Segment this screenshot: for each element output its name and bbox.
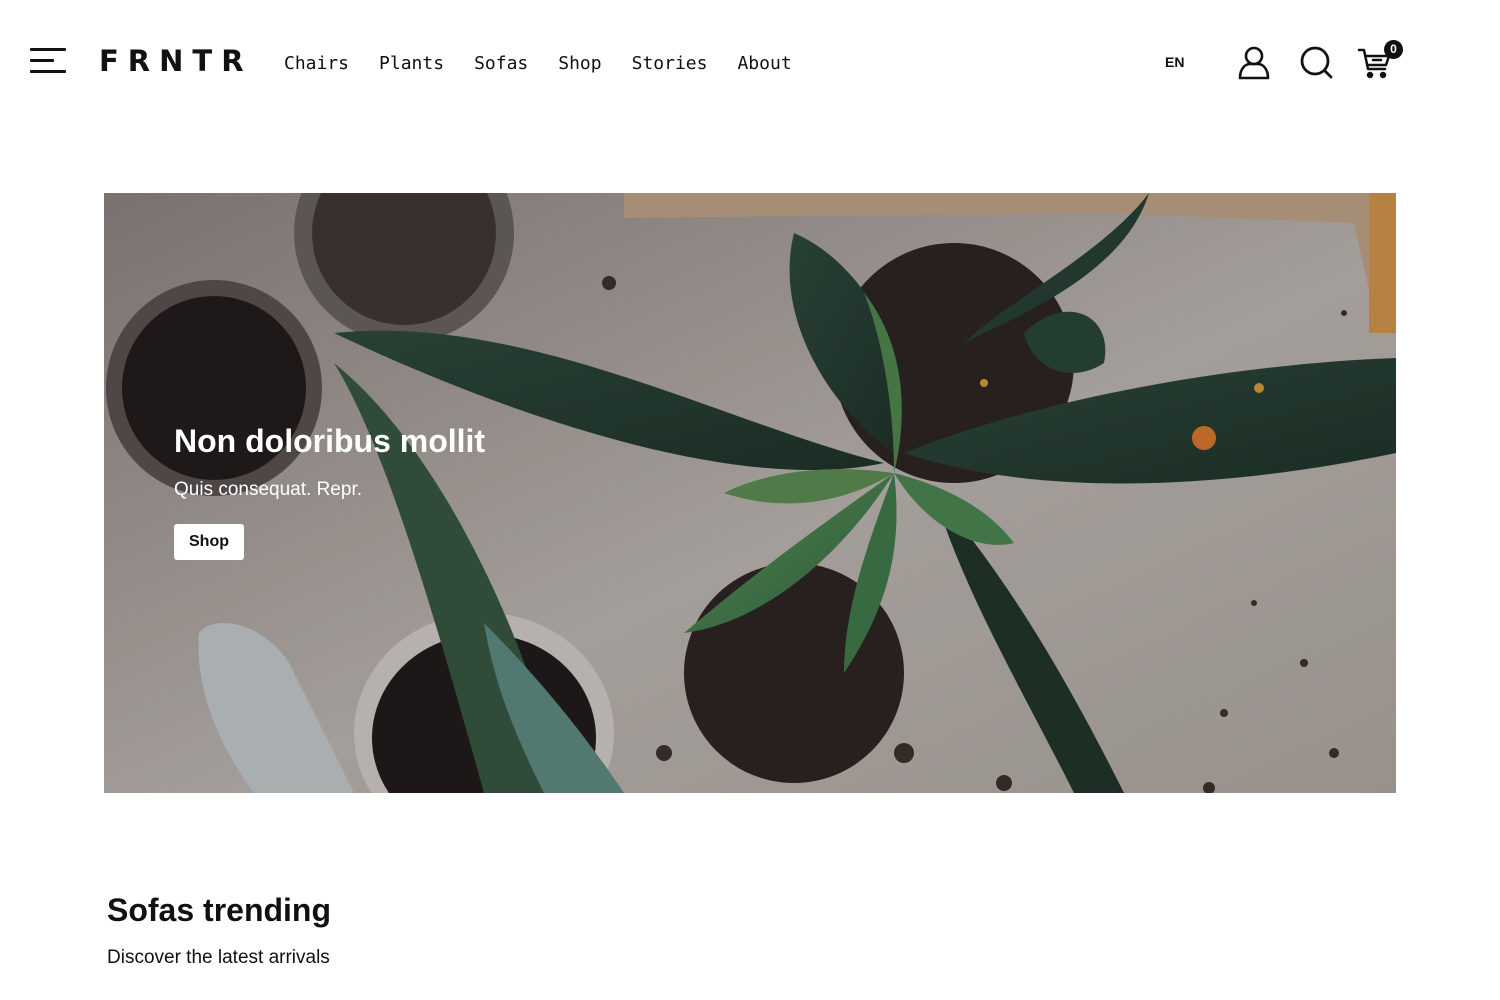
nav-item-about[interactable]: About bbox=[737, 52, 791, 76]
nav-item-stories[interactable]: Stories bbox=[632, 52, 708, 76]
hero-banner: Non doloribus mollit Quis consequat. Rep… bbox=[104, 193, 1396, 793]
nav-item-shop[interactable]: Shop bbox=[558, 52, 601, 76]
site-header: FRNTR Chairs Plants Sofas Shop Stories A… bbox=[0, 0, 1500, 125]
section-subtitle: Discover the latest arrivals bbox=[107, 947, 330, 968]
main-nav: Chairs Plants Sofas Shop Stories About bbox=[284, 52, 822, 76]
menu-icon[interactable] bbox=[30, 48, 66, 76]
user-icon[interactable] bbox=[1236, 44, 1272, 80]
shop-button[interactable]: Shop bbox=[174, 524, 244, 560]
nav-item-chairs[interactable]: Chairs bbox=[284, 52, 349, 76]
hero-title: Non doloribus mollit bbox=[174, 423, 486, 459]
section-title: Sofas trending bbox=[107, 892, 332, 928]
nav-item-sofas[interactable]: Sofas bbox=[474, 52, 528, 76]
nav-item-plants[interactable]: Plants bbox=[379, 52, 444, 76]
hero-subtitle: Quis consequat. Repr. bbox=[174, 479, 362, 500]
language-selector[interactable]: EN bbox=[1165, 53, 1184, 71]
cart-count-badge: 0 bbox=[1384, 40, 1403, 59]
site-logo[interactable]: FRNTR bbox=[99, 44, 253, 78]
search-icon[interactable] bbox=[1298, 44, 1334, 80]
